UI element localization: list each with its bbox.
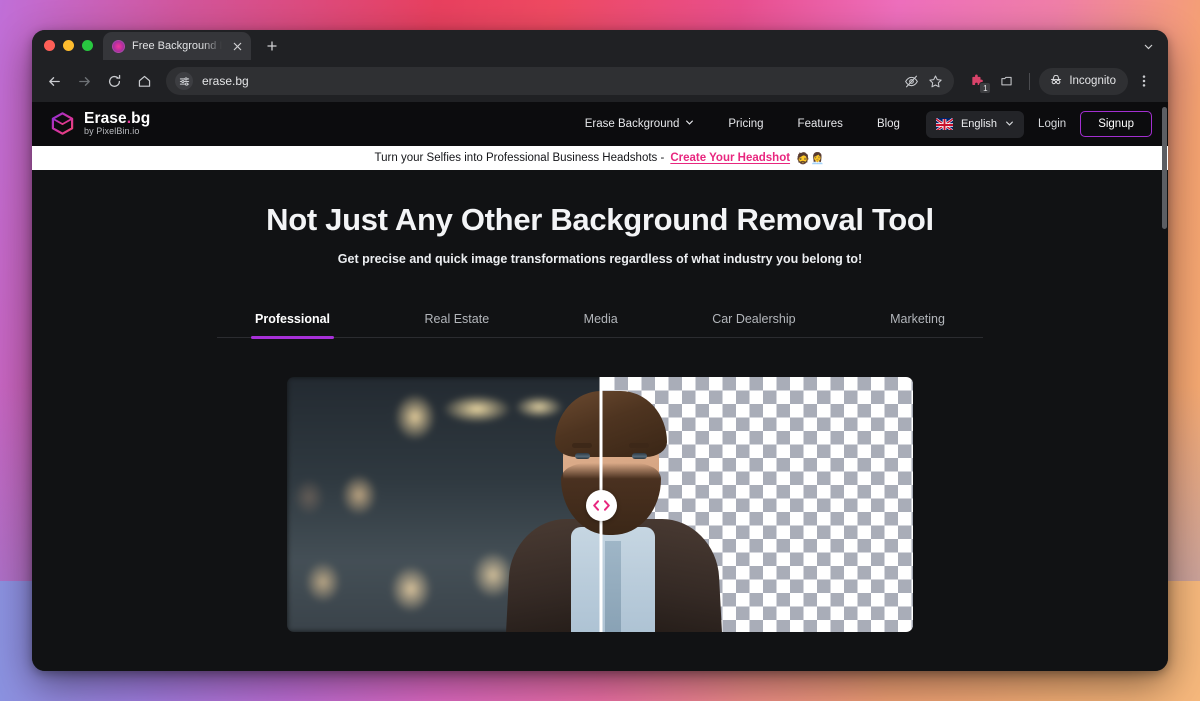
browser-tab[interactable]: Free Background Image Remo: [103, 32, 251, 60]
home-icon[interactable]: [130, 67, 158, 95]
address-bar-url[interactable]: erase.bg: [202, 74, 891, 88]
comparison-after-image: [601, 377, 913, 632]
new-tab-icon[interactable]: [259, 33, 285, 59]
eye-slash-icon[interactable]: [900, 70, 922, 92]
banner-cta-link[interactable]: Create Your Headshot: [670, 152, 790, 164]
nav-label: Blog: [876, 118, 900, 130]
nav-item-blog[interactable]: Blog: [877, 118, 900, 130]
address-bar[interactable]: erase.bg: [166, 67, 955, 95]
nav-label: Pricing: [728, 118, 764, 130]
incognito-indicator[interactable]: Incognito: [1039, 67, 1128, 95]
site-navigation: Erase Background Pricing Features Blog: [150, 118, 900, 130]
erasebg-logo-icon: [50, 111, 75, 136]
back-arrow-icon[interactable]: [40, 67, 68, 95]
category-tabs: Professional Real Estate Media Car Deale…: [217, 312, 983, 339]
chevron-down-icon: [685, 118, 694, 130]
page-subtitle: Get precise and quick image transformati…: [337, 252, 863, 266]
browser-toolbar: erase.bg 1 Incognito: [32, 60, 1168, 102]
language-label: English: [960, 118, 998, 130]
chevron-down-icon: [1005, 115, 1014, 133]
eye-right: [632, 453, 647, 459]
browser-window: Free Background Image Remo: [32, 30, 1168, 671]
three-dot-menu-icon[interactable]: [1130, 67, 1158, 95]
eyebrow-right: [629, 443, 649, 448]
comparison-slider-handle[interactable]: [585, 489, 617, 521]
header-actions: English Login Signup: [925, 110, 1152, 138]
erasebg-favicon-icon: [112, 39, 125, 53]
tab-list-chevron-icon[interactable]: [1136, 34, 1160, 58]
page-viewport: Erase.bg by PixelBin.io Erase Background: [32, 102, 1168, 671]
desktop-wallpaper: Free Background Image Remo: [0, 0, 1200, 701]
brand-logo[interactable]: Erase.bg by PixelBin.io: [50, 111, 150, 137]
forward-arrow-icon[interactable]: [70, 67, 98, 95]
banner-emoji: 🧔👩‍💼: [796, 152, 826, 165]
page-scrollbar-thumb[interactable]: [1162, 107, 1167, 229]
tab-group-icon[interactable]: [992, 67, 1020, 95]
tab-car-dealership[interactable]: Car Dealership: [712, 312, 795, 337]
page-title: Not Just Any Other Background Removal To…: [266, 202, 934, 237]
nav-label: Features: [797, 118, 843, 130]
erasebg-page: Erase.bg by PixelBin.io Erase Background: [32, 102, 1168, 671]
eyebrow-left: [572, 443, 592, 448]
toolbar-divider: [1029, 72, 1031, 90]
nav-item-erase-background[interactable]: Erase Background: [585, 118, 695, 130]
shirt: [571, 527, 601, 632]
brand-subtitle: by PixelBin.io: [84, 126, 140, 137]
maximize-window-button[interactable]: [82, 39, 93, 51]
close-window-button[interactable]: [44, 39, 55, 51]
site-header: Erase.bg by PixelBin.io Erase Background: [32, 102, 1168, 146]
browser-tab-strip: Free Background Image Remo: [32, 30, 1168, 60]
browser-tab-title: Free Background Image Remo: [132, 40, 222, 52]
tab-marketing[interactable]: Marketing: [890, 312, 945, 337]
window-traffic-lights: [42, 30, 103, 60]
signup-button[interactable]: Signup: [1080, 111, 1152, 137]
comparison-before-image: [287, 377, 601, 632]
nav-label: Erase Background: [584, 118, 680, 130]
extensions-badge-count: 1: [979, 82, 992, 94]
eye-left: [575, 453, 590, 459]
brand-text: Erase.bg by PixelBin.io: [84, 111, 150, 137]
uk-flag-icon: [935, 118, 953, 130]
tie: [605, 541, 621, 632]
after-subject-mask: [601, 377, 913, 632]
site-settings-icon[interactable]: [175, 72, 193, 90]
incognito-hat-icon: [1049, 73, 1063, 90]
language-selector[interactable]: English: [925, 110, 1025, 138]
nav-item-pricing[interactable]: Pricing: [728, 118, 763, 130]
before-after-comparison[interactable]: [287, 377, 913, 632]
minimize-window-button[interactable]: [63, 39, 74, 51]
brand-name: Erase.bg: [84, 110, 151, 128]
tab-real-estate[interactable]: Real Estate: [425, 312, 490, 337]
close-tab-icon[interactable]: [229, 38, 245, 54]
reload-icon[interactable]: [100, 67, 128, 95]
incognito-label: Incognito: [1069, 75, 1116, 87]
extensions-button[interactable]: 1: [962, 67, 992, 95]
login-link[interactable]: Login: [1038, 118, 1066, 130]
page-scrollbar[interactable]: [1161, 102, 1168, 671]
banner-text: Turn your Selfies into Professional Busi…: [374, 152, 665, 164]
nav-item-features[interactable]: Features: [798, 118, 843, 130]
subject-portrait-after: [601, 391, 722, 632]
tab-professional[interactable]: Professional: [250, 312, 335, 339]
announcement-banner[interactable]: Turn your Selfies into Professional Busi…: [32, 146, 1168, 170]
tab-media[interactable]: Media: [584, 312, 618, 337]
star-icon[interactable]: [924, 70, 946, 92]
address-bar-actions: [900, 70, 946, 92]
hero-section: Not Just Any Other Background Removal To…: [32, 170, 1168, 266]
